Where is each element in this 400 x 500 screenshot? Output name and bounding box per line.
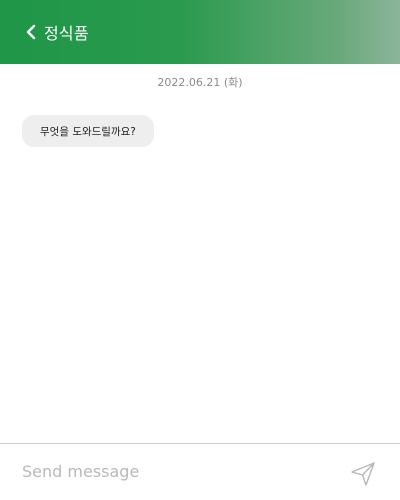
message-composer [0, 443, 400, 500]
page-title: 정식품 [44, 24, 89, 43]
chat-screen: 정식품 2022.06.21 (화) 무엇을 도와드릴까요? [0, 0, 400, 500]
chevron-left-icon [26, 24, 36, 40]
message-input[interactable] [20, 456, 334, 486]
back-button[interactable] [22, 20, 40, 44]
app-header: 정식품 [0, 0, 400, 64]
send-button[interactable] [350, 461, 376, 487]
paper-plane-icon [351, 462, 375, 486]
date-separator: 2022.06.21 (화) [157, 76, 243, 89]
chat-message-bubble: 무엇을 도와드릴까요? [22, 115, 154, 147]
